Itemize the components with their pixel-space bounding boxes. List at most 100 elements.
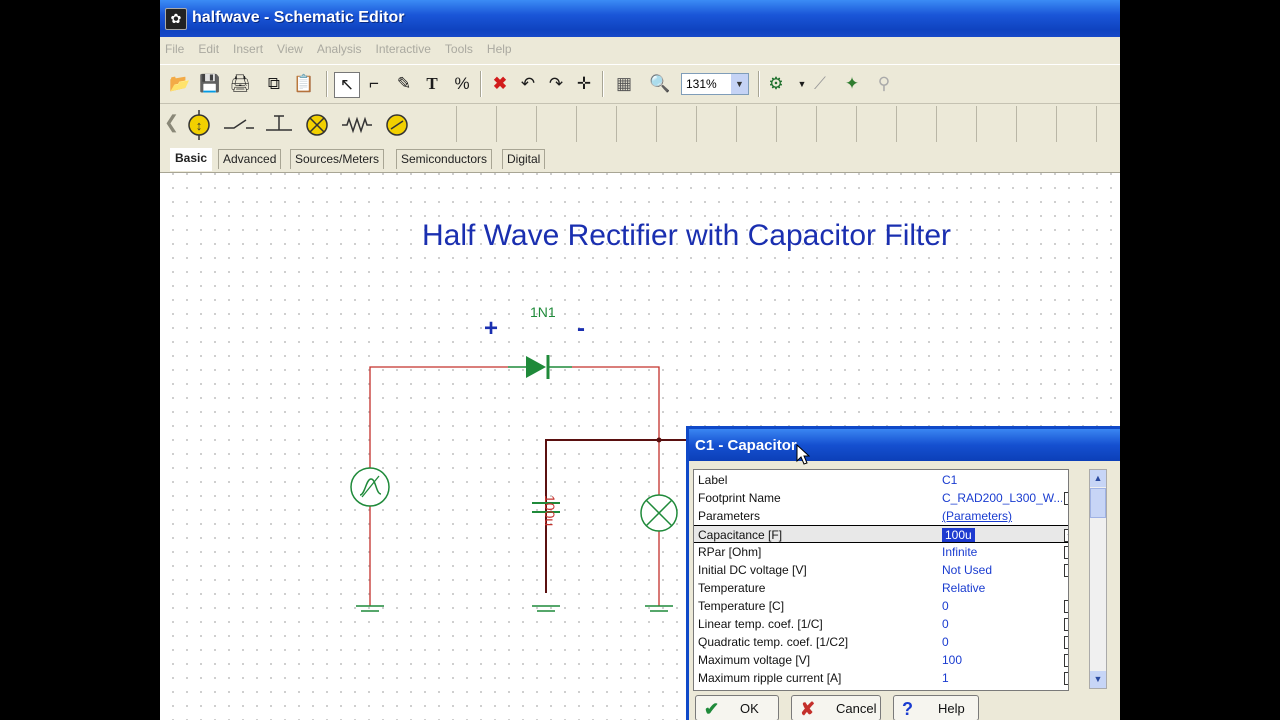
tab-basic[interactable]: Basic <box>170 148 213 171</box>
wire-top-right <box>572 366 660 606</box>
open-icon[interactable]: 📂 <box>168 72 192 96</box>
property-row[interactable]: Maximum ripple current [A] 1 <box>694 669 1068 687</box>
chevron-down-icon[interactable]: ▼ <box>731 74 748 94</box>
undo-icon[interactable]: ↶ <box>516 72 540 96</box>
meter-icon[interactable] <box>380 108 414 142</box>
property-row[interactable]: Label C1 <box>694 471 1068 489</box>
zoom-value: 131% <box>686 77 717 91</box>
empty-slot <box>900 106 937 142</box>
text-icon[interactable]: T <box>420 72 444 96</box>
property-row[interactable]: Footprint Name C_RAD200_L300_W... <box>694 489 1068 507</box>
print-icon[interactable]: 🖨 <box>228 72 252 96</box>
row-checkbox[interactable] <box>1064 492 1068 505</box>
menu-analysis[interactable]: Analysis <box>317 42 362 56</box>
row-checkbox[interactable] <box>1064 618 1068 631</box>
voltage-source-icon[interactable]: ↕ <box>182 108 216 142</box>
checkmark-icon: ✔ <box>704 699 720 719</box>
property-row[interactable]: Linear temp. coef. [1/C] 0 <box>694 615 1068 633</box>
copy-icon[interactable]: ⧉ <box>262 72 286 96</box>
app-logo-icon: ✿ <box>165 8 187 30</box>
tab-sources-meters[interactable]: Sources/Meters <box>290 149 385 169</box>
zoom-icon[interactable]: 🔍 <box>648 72 672 96</box>
probe-icon[interactable]: ⚙ <box>764 72 788 96</box>
pin-icon[interactable]: ⟋ <box>808 72 832 96</box>
scroll-thumb[interactable] <box>1090 488 1106 518</box>
ground-node-icon[interactable] <box>262 108 296 142</box>
empty-slot <box>980 106 1017 142</box>
property-row[interactable]: Initial DC voltage [V] Not Used <box>694 561 1068 579</box>
window-title: halfwave - Schematic Editor <box>192 9 405 26</box>
menu-view[interactable]: View <box>277 42 303 56</box>
row-checkbox[interactable]: ✓ <box>1064 529 1068 542</box>
menu-bar: File Edit Insert View Analysis Interacti… <box>160 38 1120 60</box>
component-tabs: Basic Advanced Sources/Meters Semiconduc… <box>160 146 1120 173</box>
diode[interactable] <box>508 355 572 379</box>
dialog-title-bar[interactable]: C1 - Capacitor <box>689 429 1120 461</box>
property-grid: Label C1 Footprint Name C_RAD200_L300_W.… <box>693 469 1069 691</box>
scroll-left-icon[interactable]: ❮ <box>164 112 179 133</box>
lamp[interactable] <box>640 494 678 532</box>
empty-slot <box>1060 106 1097 142</box>
row-checkbox[interactable] <box>1064 564 1068 577</box>
property-scrollbar[interactable]: ▲ ▼ <box>1089 469 1107 689</box>
empty-slot <box>620 106 657 142</box>
formula-icon[interactable]: % <box>450 72 474 96</box>
svg-text:↕: ↕ <box>196 118 203 133</box>
property-row[interactable]: RPar [Ohm] Infinite <box>694 543 1068 561</box>
ok-button[interactable]: ✔ OK <box>695 695 779 720</box>
menu-edit[interactable]: Edit <box>198 42 219 56</box>
empty-slot <box>1020 106 1057 142</box>
property-row[interactable]: Temperature [C] 0 <box>694 597 1068 615</box>
empty-slot <box>460 106 497 142</box>
switch-icon[interactable] <box>222 108 256 142</box>
capacitor-properties-dialog: C1 - Capacitor Label C1 Footprint Name C… <box>686 426 1120 720</box>
paste-icon[interactable]: 📋 <box>292 72 316 96</box>
property-row[interactable]: Maximum voltage [V] 100 <box>694 651 1068 669</box>
empty-slot <box>940 106 977 142</box>
property-row[interactable]: Temperature Relative <box>694 579 1068 597</box>
row-checkbox[interactable] <box>1064 636 1068 649</box>
menu-help[interactable]: Help <box>487 42 512 56</box>
save-icon[interactable]: 💾 <box>198 72 222 96</box>
property-row-selected[interactable]: Capacitance [F] 100u ✓ <box>694 525 1068 543</box>
menu-file[interactable]: File <box>165 42 184 56</box>
row-checkbox[interactable] <box>1064 654 1068 667</box>
cancel-button[interactable]: ✘ Cancel <box>791 695 881 720</box>
empty-slot <box>820 106 857 142</box>
pencil-icon[interactable]: ✎ <box>392 72 416 96</box>
menu-tools[interactable]: Tools <box>445 42 473 56</box>
title-bar[interactable]: ✿ halfwave - Schematic Editor <box>160 0 1120 37</box>
wire-icon[interactable]: ⌐ <box>362 72 386 96</box>
redo-icon[interactable]: ↷ <box>544 72 568 96</box>
empty-slot <box>660 106 697 142</box>
run-icon[interactable]: ✦ <box>840 72 864 96</box>
empty-slot <box>420 106 457 142</box>
property-row[interactable]: Parameters (Parameters) <box>694 507 1068 525</box>
resistor-icon[interactable] <box>340 108 374 142</box>
node-icon[interactable]: ✛ <box>572 72 596 96</box>
scroll-down-icon[interactable]: ▼ <box>1090 671 1106 688</box>
row-checkbox[interactable] <box>1064 546 1068 559</box>
ac-voltage-source[interactable] <box>350 467 390 507</box>
select-icon[interactable]: ↖ <box>334 72 360 98</box>
tab-semiconductors[interactable]: Semiconductors <box>396 149 493 169</box>
capacitance-input[interactable]: 100u <box>942 528 975 542</box>
zoom-select[interactable]: 131% ▼ <box>681 73 749 95</box>
schematic-editor-window: ✿ halfwave - Schematic Editor File Edit … <box>160 0 1120 720</box>
scroll-up-icon[interactable]: ▲ <box>1090 470 1106 487</box>
menu-insert[interactable]: Insert <box>233 42 263 56</box>
delete-icon[interactable]: ✖ <box>488 72 512 96</box>
help-icon[interactable]: ⚲ <box>872 72 896 96</box>
menu-interactive[interactable]: Interactive <box>376 42 431 56</box>
lamp-icon[interactable] <box>300 108 334 142</box>
tab-advanced[interactable]: Advanced <box>218 149 282 169</box>
tab-digital[interactable]: Digital <box>502 149 546 169</box>
row-checkbox[interactable] <box>1064 600 1068 613</box>
row-checkbox[interactable] <box>1064 672 1068 685</box>
property-row[interactable]: Quadratic temp. coef. [1/C2] 0 <box>694 633 1068 651</box>
grid-icon[interactable]: ▦ <box>612 72 636 96</box>
help-button[interactable]: ? Help <box>893 695 979 720</box>
empty-slot <box>740 106 777 142</box>
empty-slot <box>500 106 537 142</box>
ground-3 <box>645 605 673 612</box>
